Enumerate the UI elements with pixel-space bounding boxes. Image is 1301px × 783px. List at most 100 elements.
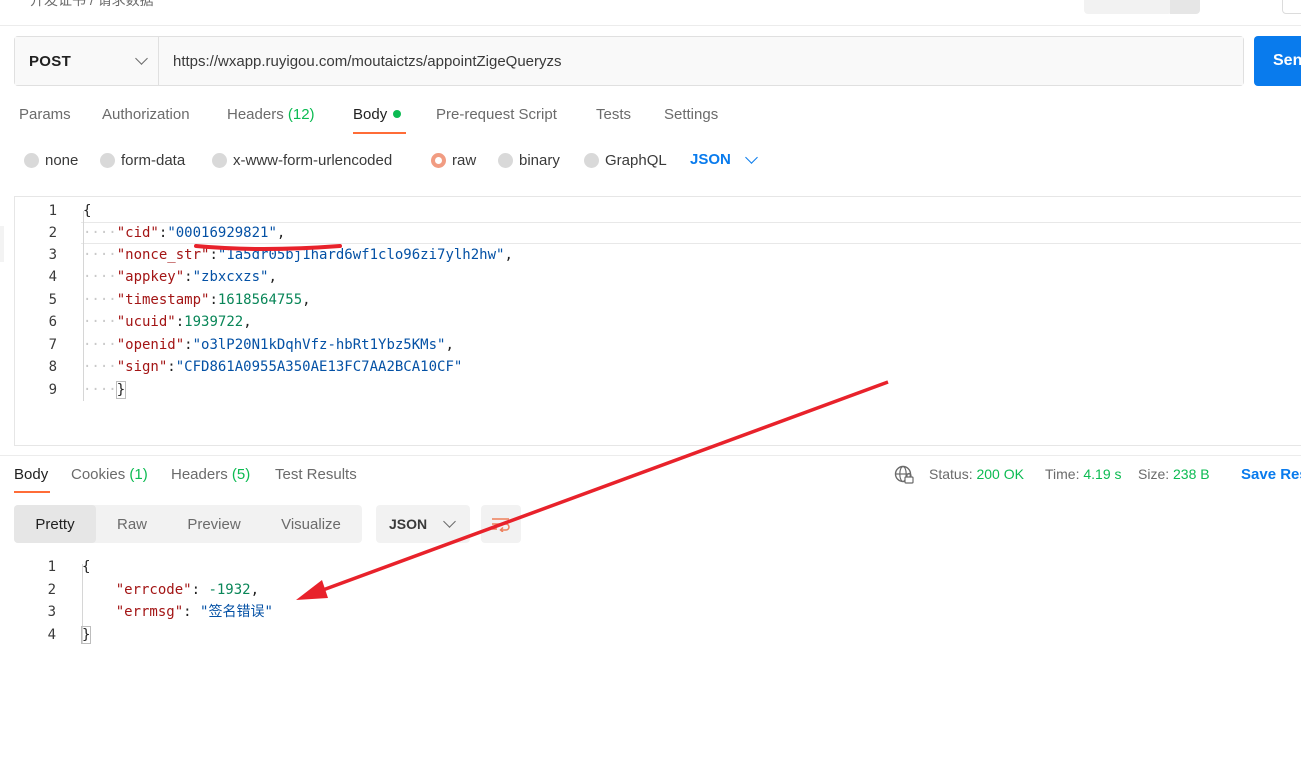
code-text: "errcode": -1932, <box>115 582 260 598</box>
json-value: -1932 <box>208 582 251 598</box>
radio-circle-icon <box>24 153 39 168</box>
toolbar-button[interactable] <box>1084 0 1172 14</box>
wrap-lines-button[interactable] <box>481 505 521 543</box>
radio-circle-icon <box>498 153 513 168</box>
breadcrumb[interactable]: 开发证书 / 请求数据 <box>30 0 154 10</box>
response-format-select[interactable]: JSON <box>376 505 470 543</box>
tab-authorization[interactable]: Authorization <box>102 106 190 136</box>
brace: { <box>83 203 92 219</box>
code-line: 2 ····"cid":"00016929821", <box>15 222 1301 244</box>
view-pretty-button[interactable]: Pretty <box>14 505 96 543</box>
code-line: 1 { <box>14 556 1301 578</box>
code-text: ····"nonce_str":"1a5dr05bj1hard6wf1clo96… <box>83 247 513 263</box>
view-preview-button[interactable]: Preview <box>168 505 260 543</box>
comma: , <box>504 247 513 263</box>
line-number: 2 <box>48 225 57 241</box>
tab-headers[interactable]: Headers (12) <box>227 106 315 136</box>
method-label: POST <box>29 52 72 70</box>
json-value: "o3lP20N1kDqhVfz-hbRt1Ybz5KMs" <box>192 337 446 353</box>
code-text: ····"cid":"00016929821", <box>83 225 286 241</box>
tab-params[interactable]: Params <box>19 106 71 136</box>
line-number: 7 <box>48 337 57 353</box>
radio-label: none <box>45 152 79 169</box>
tab-tests[interactable]: Tests <box>596 106 631 136</box>
radio-circle-icon <box>100 153 115 168</box>
radio-circle-icon <box>584 153 599 168</box>
response-body-viewer[interactable]: 1 { 2 "errcode": -1932, 3 "errmsg": "签名错… <box>14 556 714 656</box>
indent-whitespace: ···· <box>83 359 117 375</box>
code-text: ····} <box>83 379 127 401</box>
radio-none[interactable]: none <box>24 152 78 169</box>
line-number: 1 <box>48 203 57 219</box>
radio-form-data[interactable]: form-data <box>100 152 185 169</box>
response-tab-body[interactable]: Body <box>14 466 48 483</box>
view-mode-switch: Pretty Raw Preview Visualize <box>14 505 362 543</box>
line-number: 5 <box>48 292 57 308</box>
json-value: "zbxcxzs" <box>192 269 269 285</box>
method-select[interactable]: POST <box>15 37 159 85</box>
brace: } <box>80 626 92 644</box>
globe-lock-icon[interactable] <box>894 465 914 485</box>
status-value: 200 OK <box>976 466 1024 482</box>
radio-raw[interactable]: raw <box>431 152 476 169</box>
json-key: "nonce_str" <box>116 247 210 263</box>
json-value: "CFD861A0955A350AE13FC7AA2BCA10CF" <box>175 359 463 375</box>
toolbar-icon-button[interactable] <box>1282 0 1301 14</box>
json-key: "ucuid" <box>116 314 176 330</box>
time-label: Time: <box>1045 466 1080 482</box>
view-visualize-button[interactable]: Visualize <box>260 505 362 543</box>
line-number: 3 <box>47 604 56 620</box>
tab-label: Authorization <box>102 106 190 123</box>
tab-pre-request-script[interactable]: Pre-request Script <box>436 106 557 136</box>
tab-label: Headers <box>171 466 228 483</box>
code-text: "errmsg": "签名错误" <box>115 604 273 620</box>
code-line: 3 ····"nonce_str":"1a5dr05bj1hard6wf1clo… <box>15 244 1301 266</box>
tab-label: Pre-request Script <box>436 106 557 123</box>
comma: , <box>243 314 252 330</box>
request-body-editor[interactable]: 1 { 2 ····"cid":"00016929821", 3 ····"no… <box>14 196 1301 446</box>
toolbar-dropdown-button[interactable] <box>1170 0 1200 14</box>
url-input[interactable]: https://wxapp.ruyigou.com/moutaictzs/app… <box>159 37 1243 85</box>
radio-binary[interactable]: binary <box>498 152 560 169</box>
code-line: 3 "errmsg": "签名错误" <box>14 601 1301 623</box>
send-button[interactable]: Send <box>1254 36 1301 86</box>
comma: , <box>268 269 277 285</box>
view-raw-button[interactable]: Raw <box>96 505 168 543</box>
response-tab-headers[interactable]: Headers (5) <box>171 466 250 483</box>
radio-urlencoded[interactable]: x-www-form-urlencoded <box>212 152 392 169</box>
code-line: 1 { <box>15 200 1301 222</box>
radio-label: raw <box>452 152 477 169</box>
body-format-select[interactable]: JSON <box>690 150 758 168</box>
chevron-down-icon <box>135 52 148 65</box>
tab-settings[interactable]: Settings <box>664 106 718 136</box>
response-tab-test-results[interactable]: Test Results <box>275 466 357 483</box>
radio-label: form-data <box>121 152 186 169</box>
json-value: "00016929821" <box>167 225 277 241</box>
indent-whitespace: ···· <box>83 292 117 308</box>
sidebar-edge <box>0 226 4 262</box>
chevron-down-icon <box>744 150 758 164</box>
format-label: JSON <box>690 151 731 168</box>
comma: , <box>250 582 260 598</box>
code-text: ····"timestamp":1618564755, <box>83 292 311 308</box>
status-label: Status: <box>929 466 973 482</box>
response-tab-cookies[interactable]: Cookies (1) <box>71 466 148 483</box>
size-label: Size: <box>1138 466 1170 482</box>
size-value: 238 B <box>1173 466 1210 482</box>
line-number: 4 <box>47 627 56 643</box>
headers-count: (5) <box>231 466 251 483</box>
tab-label: Test Results <box>275 466 357 483</box>
active-tab-indicator <box>353 132 406 134</box>
brace: } <box>115 381 127 399</box>
save-response-button[interactable]: Save Response <box>1241 466 1301 483</box>
code-text: ····"appkey":"zbxcxzs", <box>83 269 277 285</box>
radio-graphql[interactable]: GraphQL <box>584 152 667 169</box>
json-value: 1618564755 <box>217 292 303 308</box>
indent-whitespace: ···· <box>83 337 117 353</box>
indent-whitespace: ···· <box>83 382 117 398</box>
json-value: "1a5dr05bj1hard6wf1clo96zi7ylh2hw" <box>217 247 505 263</box>
json-key: "sign" <box>116 359 168 375</box>
tab-label: Cookies <box>71 466 126 483</box>
tab-label: Params <box>19 106 71 123</box>
code-line: 4 ····"appkey":"zbxcxzs", <box>15 266 1301 288</box>
